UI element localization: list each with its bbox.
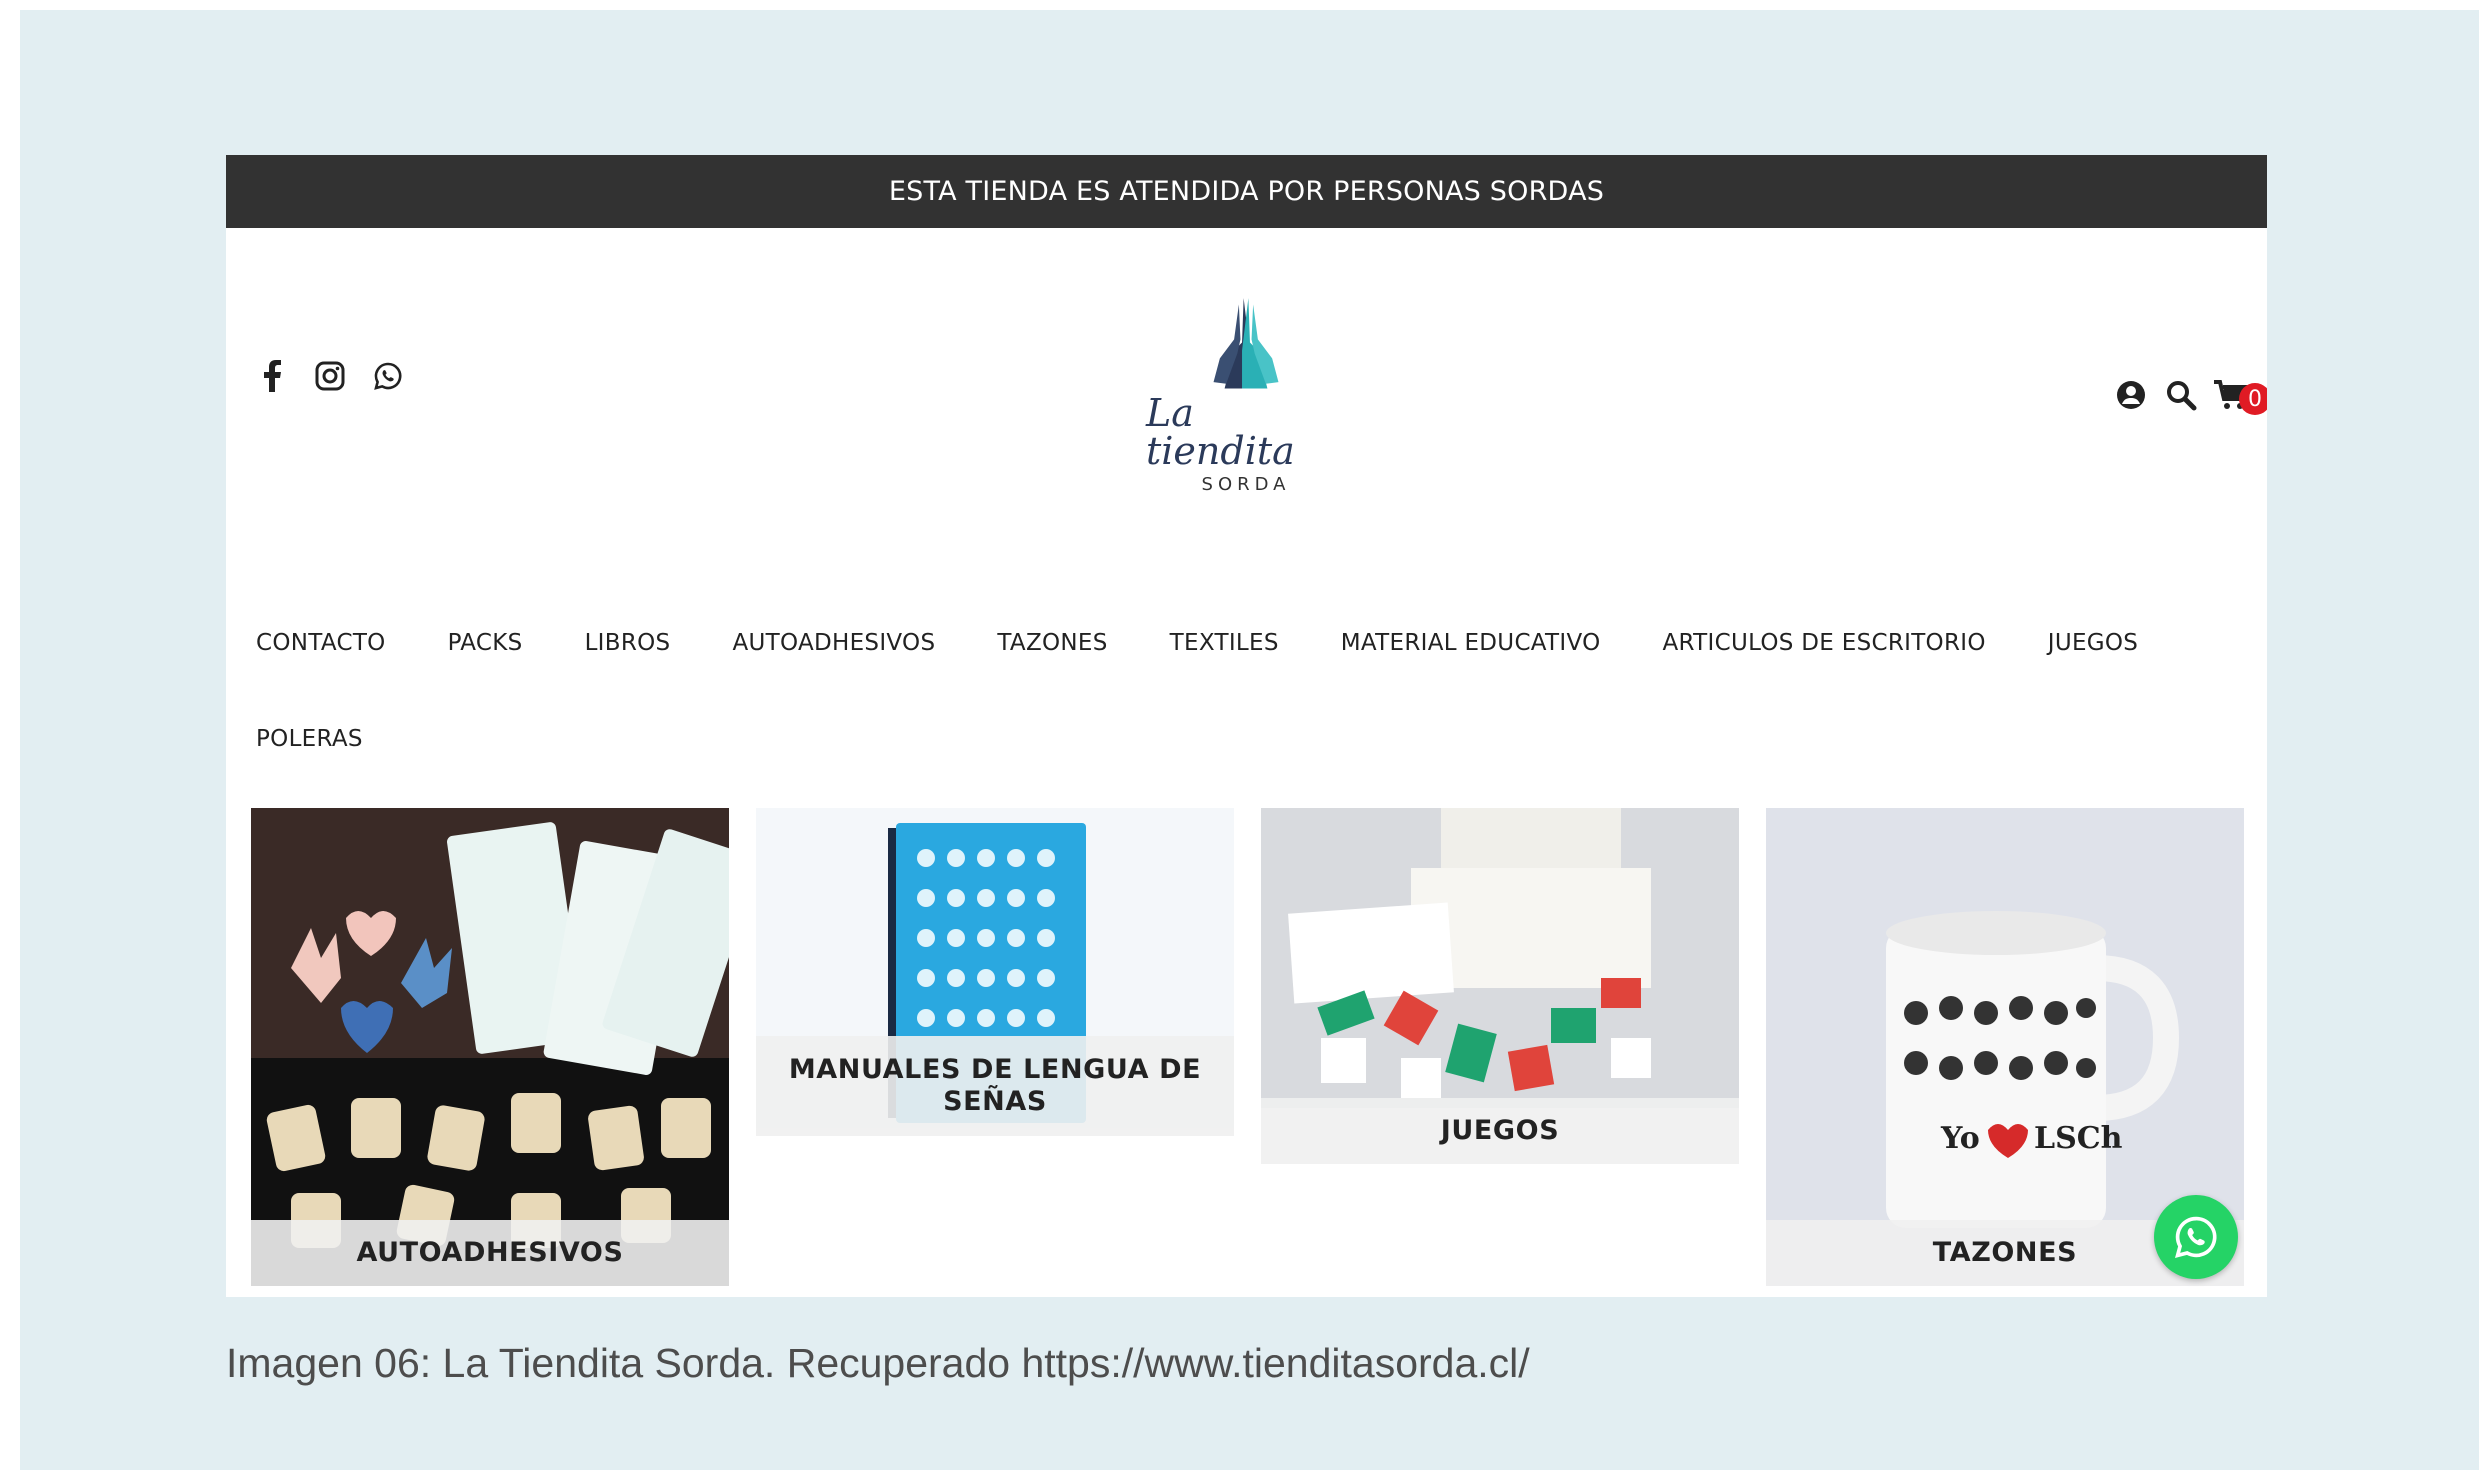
category-tile-manuales[interactable]: MANUALES DE LENGUA DE SEÑAS — [756, 808, 1234, 1286]
nav-item-textiles[interactable]: TEXTILES — [1170, 595, 1279, 691]
svg-text:Yo: Yo — [1940, 1121, 1980, 1156]
instagram-icon[interactable] — [314, 360, 346, 392]
logo-script-text: La tiendita — [1146, 391, 1295, 473]
cart-count-badge: 0 — [2239, 383, 2267, 415]
whatsapp-chat-button[interactable] — [2154, 1195, 2238, 1279]
nav-item-tazones[interactable]: TAZONES — [997, 595, 1107, 691]
hands-logo-icon — [1213, 298, 1279, 389]
logo-subtitle: SORDA — [1201, 474, 1291, 495]
cart-icon[interactable]: 0 — [2213, 377, 2267, 415]
account-icon[interactable] — [2113, 377, 2149, 413]
nav-item-packs[interactable]: PACKS — [448, 595, 523, 691]
announcement-bar: ESTA TIENDA ES ATENDIDA POR PERSONAS SOR… — [226, 155, 2267, 228]
nav-item-contacto[interactable]: CONTACTO — [256, 595, 386, 691]
whatsapp-icon — [2175, 1216, 2217, 1258]
nav-item-libros[interactable]: LIBROS — [585, 595, 671, 691]
nav-item-material-educativo[interactable]: MATERIAL EDUCATIVO — [1341, 595, 1601, 691]
search-icon[interactable] — [2163, 377, 2199, 413]
header-actions: 0 — [2113, 377, 2267, 415]
announcement-text: ESTA TIENDA ES ATENDIDA POR PERSONAS SOR… — [888, 176, 1605, 207]
category-label: MANUALES DE LENGUA DE SEÑAS — [756, 1036, 1234, 1136]
nav-item-poleras[interactable]: POLERAS — [256, 691, 363, 787]
stickers-image — [251, 808, 729, 1286]
website-screenshot: ESTA TIENDA ES ATENDIDA POR PERSONAS SOR… — [226, 155, 2267, 1297]
figure-caption: Imagen 06: La Tiendita Sorda. Recuperado… — [226, 1340, 1530, 1386]
nav-item-juegos[interactable]: JUEGOS — [2048, 595, 2138, 691]
social-links — [256, 360, 404, 392]
store-logo[interactable]: La tiendita SORDA — [1146, 295, 1346, 495]
nav-item-articulos-de-escritorio[interactable]: ARTICULOS DE ESCRITORIO — [1663, 595, 1986, 691]
category-tile-juegos[interactable]: JUEGOS — [1261, 808, 1739, 1164]
category-tile-autoadhesivos[interactable]: AUTOADHESIVOS — [251, 808, 729, 1286]
svg-text:LSCh: LSCh — [2034, 1121, 2123, 1156]
category-label: AUTOADHESIVOS — [251, 1220, 729, 1286]
facebook-icon[interactable] — [256, 360, 288, 392]
nav-item-autoadhesivos[interactable]: AUTOADHESIVOS — [732, 595, 935, 691]
category-label: JUEGOS — [1261, 1098, 1739, 1164]
category-grid: AUTOADHESIVOS MANUALES DE LENGUA DE SEÑA… — [251, 808, 2251, 1293]
whatsapp-icon[interactable] — [372, 360, 404, 392]
